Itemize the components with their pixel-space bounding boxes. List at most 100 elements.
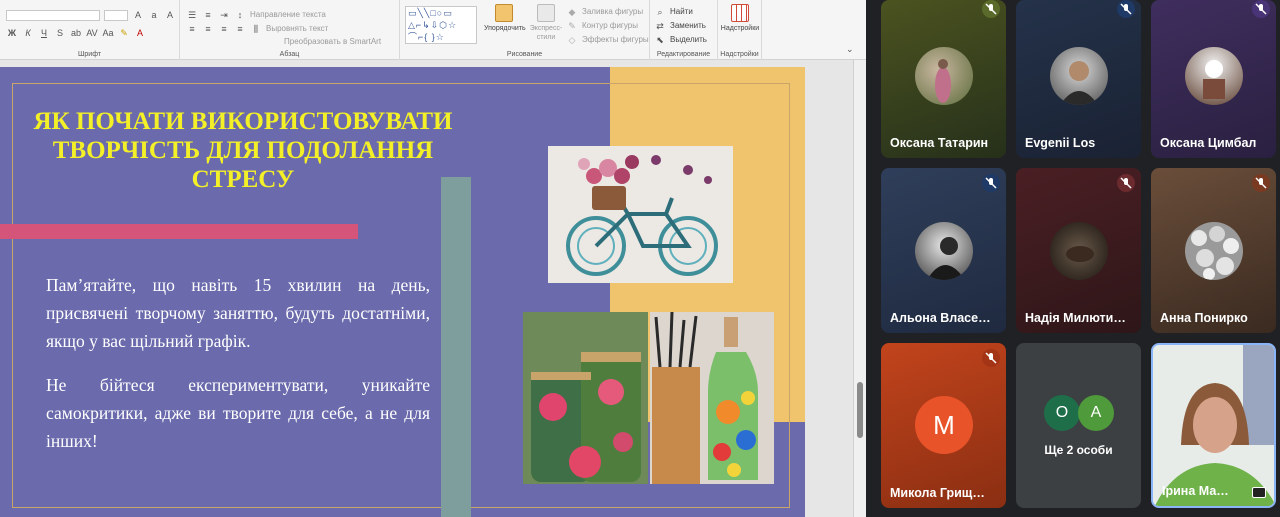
- editing-group-label: Редактирование: [656, 51, 711, 58]
- case-icon[interactable]: Aa: [102, 28, 114, 39]
- avatar: [1185, 47, 1243, 105]
- quick-styles-button[interactable]: Экспресс-стили: [526, 4, 566, 42]
- mic-off-icon: [982, 0, 1000, 18]
- paragraph-group-label: Абзац: [279, 51, 300, 58]
- ribbon-group-addins: Надстройки Надстройки: [718, 0, 762, 60]
- arrange-button[interactable]: Упорядочить: [484, 4, 526, 33]
- grow-font-icon[interactable]: A: [132, 10, 144, 21]
- avatar: [915, 47, 973, 105]
- columns-icon[interactable]: ⫼: [250, 24, 262, 35]
- shrink-font-icon[interactable]: a: [148, 10, 160, 21]
- powerpoint-window: A a A Ж К Ч S ab AV Aa ✎ A Шрифт ☰ ≡ ⇥ ↕…: [0, 0, 866, 517]
- participant-name: Микола Грищ…: [890, 486, 985, 500]
- shadow-icon[interactable]: ab: [70, 28, 82, 39]
- avatar: [915, 222, 973, 280]
- participant-tile-self[interactable]: Ірина Ма…: [1151, 343, 1276, 508]
- slide-paragraph-2[interactable]: Не бійтеся експериментувати, уникайте са…: [46, 371, 430, 455]
- participant-name: Ірина Ма…: [1162, 484, 1229, 498]
- find-button[interactable]: Найти: [670, 6, 693, 18]
- bold-icon[interactable]: Ж: [6, 28, 18, 39]
- avatar: М: [915, 396, 973, 454]
- slide[interactable]: ЯК ПОЧАТИ ВИКОРИСТОВУВАТИ ТВОРЧІСТЬ ДЛЯ …: [0, 67, 805, 517]
- ribbon-collapse-icon[interactable]: ⌄: [846, 44, 854, 55]
- select-button[interactable]: Выделить: [670, 34, 707, 46]
- drawing-group-label: Рисование: [506, 51, 543, 58]
- convert-smartart-button[interactable]: Преобразовать в SmartArt: [284, 36, 381, 48]
- slide-title[interactable]: ЯК ПОЧАТИ ВИКОРИСТОВУВАТИ ТВОРЧІСТЬ ДЛЯ …: [30, 107, 456, 194]
- avatar-others-2: А: [1078, 395, 1114, 431]
- arrange-icon: [495, 4, 513, 22]
- align-left-icon[interactable]: ≡: [186, 24, 198, 35]
- meet-participants-grid: Оксана Татарин Evgenii Los Оксана Цимбал…: [866, 0, 1280, 517]
- outline-icon: ✎: [568, 20, 576, 31]
- line-spacing-icon[interactable]: ↕: [234, 10, 246, 21]
- slide-teal-bar: [441, 177, 471, 517]
- shape-effects-button[interactable]: Эффекты фигуры: [582, 34, 649, 46]
- clear-format-icon[interactable]: A: [164, 10, 176, 21]
- participant-tile[interactable]: Evgenii Los: [1016, 0, 1141, 158]
- picture-in-picture-icon[interactable]: [1252, 487, 1266, 498]
- align-text-button[interactable]: Выровнять текст: [266, 23, 328, 35]
- font-color-icon[interactable]: A: [134, 28, 146, 39]
- shape-outline-button[interactable]: Контур фигуры: [582, 20, 638, 32]
- participant-name: Альона Власе…: [890, 311, 991, 325]
- participant-name: Оксана Цимбал: [1160, 136, 1257, 150]
- vertical-scrollbar[interactable]: [853, 60, 866, 517]
- align-right-icon[interactable]: ≡: [218, 24, 230, 35]
- painted-jars-image[interactable]: [523, 312, 648, 484]
- avatar-others-1: О: [1044, 395, 1080, 431]
- participant-name: Оксана Татарин: [890, 136, 989, 150]
- scrollbar-thumb[interactable]: [857, 382, 863, 438]
- ribbon-group-drawing: ▭╲╲□○▭ △⌐↳⇩⬡☆ ⌒⌐{ }☆ Упорядочить Экспресс-…: [400, 0, 650, 60]
- others-label: Ще 2 особи: [1044, 443, 1113, 457]
- slide-paragraph-1[interactable]: Пам’ятайте, що навіть 15 хвилин на день,…: [46, 271, 430, 355]
- align-center-icon[interactable]: ≡: [202, 24, 214, 35]
- mic-off-icon: [1252, 0, 1270, 18]
- participant-tile[interactable]: М Микола Грищ…: [881, 343, 1006, 508]
- fill-icon: ◆: [568, 6, 576, 17]
- ribbon-group-paragraph: ☰ ≡ ⇥ ↕ Направление текста ≡ ≡ ≡ ≡ ⫼ Выр…: [180, 0, 400, 60]
- font-size-combo[interactable]: [104, 9, 128, 21]
- indent-icon[interactable]: ⇥: [218, 10, 230, 21]
- ribbon-group-editing: ⌕ Найти ⇄ Заменить ⬉ Выделить Редактиров…: [650, 0, 718, 60]
- painted-bottle-image[interactable]: [650, 312, 774, 484]
- mic-off-icon: [982, 174, 1000, 192]
- replace-button[interactable]: Заменить: [670, 20, 706, 32]
- italic-icon[interactable]: К: [22, 28, 34, 39]
- ribbon: A a A Ж К Ч S ab AV Aa ✎ A Шрифт ☰ ≡ ⇥ ↕…: [0, 0, 866, 60]
- ribbon-group-font: A a A Ж К Ч S ab AV Aa ✎ A Шрифт: [0, 0, 180, 60]
- participant-tile[interactable]: Оксана Цимбал: [1151, 0, 1276, 158]
- quilling-bicycle-image[interactable]: [548, 146, 733, 283]
- font-name-combo[interactable]: [6, 9, 100, 21]
- effects-icon: ◇: [568, 34, 576, 45]
- highlight-icon[interactable]: ✎: [118, 28, 130, 39]
- participant-tile[interactable]: Надія Милюти…: [1016, 168, 1141, 333]
- search-icon: ⌕: [657, 6, 663, 17]
- participant-tile[interactable]: Оксана Татарин: [881, 0, 1006, 158]
- avatar: [1050, 47, 1108, 105]
- addins-icon: [731, 4, 749, 22]
- participant-tile[interactable]: Анна Понирко: [1151, 168, 1276, 333]
- avatar: [1185, 222, 1243, 280]
- numbering-icon[interactable]: ≡: [202, 10, 214, 21]
- mic-off-icon: [982, 349, 1000, 367]
- mic-off-icon: [1117, 0, 1135, 18]
- bullets-icon[interactable]: ☰: [186, 10, 198, 21]
- spacing-icon[interactable]: AV: [86, 28, 98, 39]
- participant-tile[interactable]: Альона Власе…: [881, 168, 1006, 333]
- shape-fill-button[interactable]: Заливка фигуры: [582, 6, 643, 18]
- text-direction-button[interactable]: Направление текста: [250, 9, 326, 21]
- others-tile[interactable]: О А Ще 2 особи: [1016, 343, 1141, 508]
- addins-button[interactable]: Надстройки: [720, 4, 760, 33]
- addins-group-label: Надстройки: [720, 51, 759, 58]
- shapes-gallery[interactable]: ▭╲╲□○▭ △⌐↳⇩⬡☆ ⌒⌐{ }☆: [405, 6, 477, 44]
- participant-name: Анна Понирко: [1160, 311, 1248, 325]
- underline-icon[interactable]: Ч: [38, 28, 50, 39]
- mic-off-icon: [1117, 174, 1135, 192]
- strikethrough-icon[interactable]: S: [54, 28, 66, 39]
- select-icon: ⬉: [656, 34, 664, 45]
- font-group-label: Шрифт: [77, 51, 102, 58]
- replace-icon: ⇄: [656, 20, 664, 31]
- mic-off-icon: [1252, 174, 1270, 192]
- justify-icon[interactable]: ≡: [234, 24, 246, 35]
